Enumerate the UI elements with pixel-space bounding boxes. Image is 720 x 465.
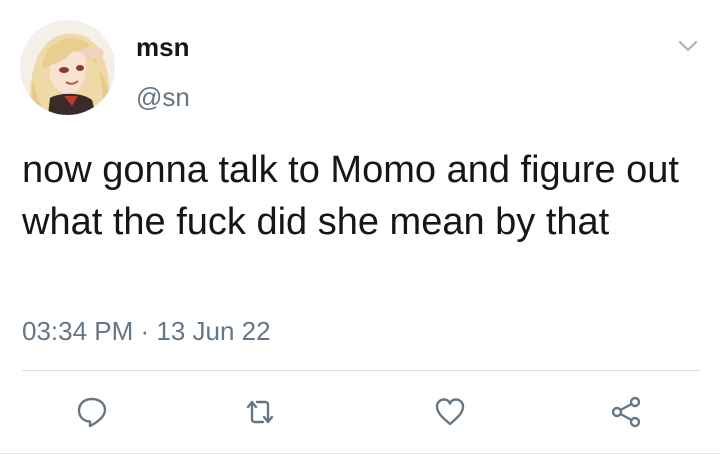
share-button[interactable]: [606, 392, 646, 432]
reply-icon: [77, 397, 107, 428]
avatar[interactable]: [20, 20, 115, 115]
display-name[interactable]: msn: [136, 32, 189, 62]
heart-icon: [435, 398, 465, 426]
divider: [22, 370, 700, 371]
tweet-card: msn @sn now gonna talk to Momo and figur…: [0, 0, 720, 465]
retweet-icon: [246, 400, 274, 424]
chevron-down-icon[interactable]: [676, 34, 700, 58]
share-icon: [611, 396, 641, 428]
reply-button[interactable]: [72, 392, 112, 432]
bottom-border: [0, 453, 720, 454]
avatar-image: [20, 20, 115, 115]
like-button[interactable]: [430, 392, 470, 432]
tweet-timestamp[interactable]: 03:34 PM · 13 Jun 22: [22, 316, 271, 346]
user-handle[interactable]: @sn: [136, 82, 190, 112]
retweet-button[interactable]: [240, 392, 280, 432]
tweet-text: now gonna talk to Momo and figure out wh…: [22, 149, 679, 243]
